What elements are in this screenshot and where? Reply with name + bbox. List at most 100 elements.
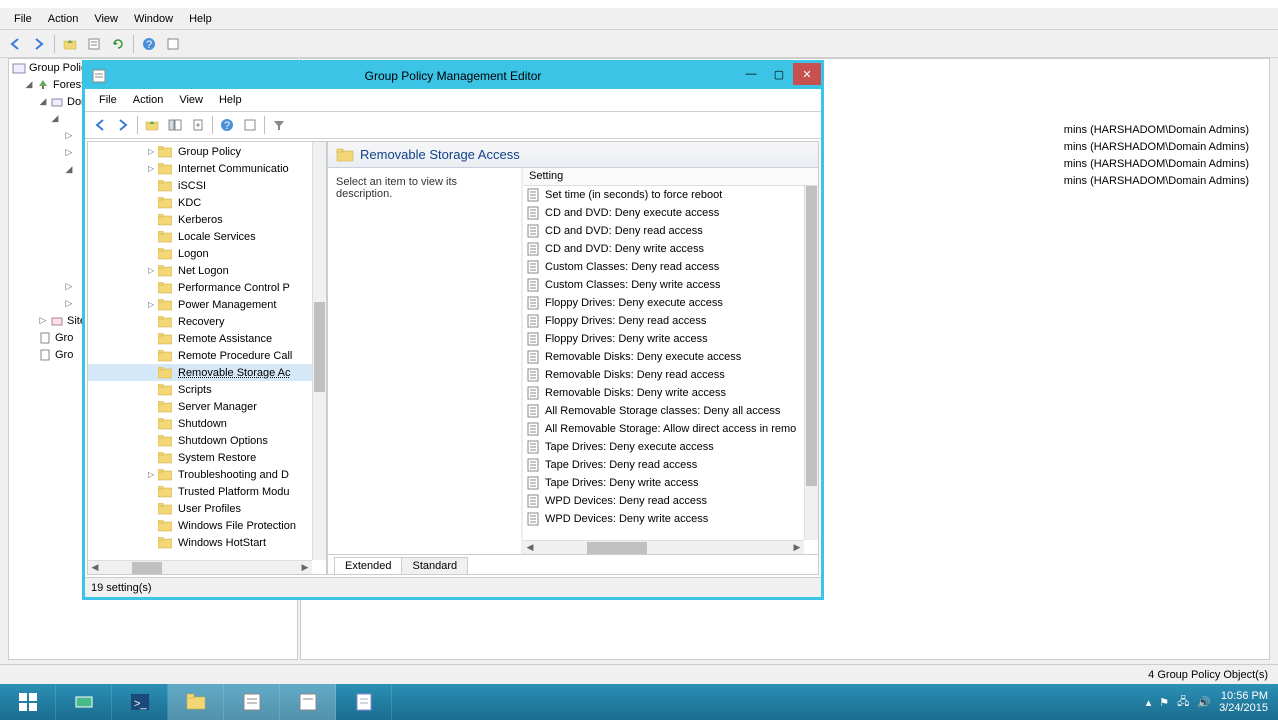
tray-network-icon[interactable]: 🖧 [1177,693,1189,712]
expand-icon[interactable]: ▷ [63,130,75,141]
settings-column-header[interactable]: Setting [523,168,818,186]
settings-scrollbar-v[interactable] [804,186,818,540]
setting-row[interactable]: Floppy Drives: Deny execute access [523,294,804,312]
admin-row[interactable]: mins (HARSHADOM\Domain Admins) [1064,124,1249,141]
setting-row[interactable]: Removable Disks: Deny write access [523,384,804,402]
expand-icon[interactable]: ◢ [23,79,35,90]
taskbar-powershell[interactable]: >_ [112,684,168,720]
tree-node[interactable]: ▷Net Logon [88,262,326,279]
setting-row[interactable]: Tape Drives: Deny read access [523,456,804,474]
show-hide-tree-icon[interactable] [164,114,186,136]
maximize-button[interactable]: ▢ [765,63,793,85]
tray-flag-icon[interactable]: ⚑ [1159,696,1169,709]
tree-gpo1-label[interactable]: Gro [55,332,73,344]
tree-node[interactable]: Remote Procedure Call [88,347,326,364]
tree-node[interactable]: Kerberos [88,211,326,228]
expand-icon[interactable]: ▷ [63,147,75,158]
tree-gpo2-label[interactable]: Gro [55,349,73,361]
refresh-icon[interactable] [107,33,129,55]
setting-row[interactable]: CD and DVD: Deny write access [523,240,804,258]
tree-node[interactable]: Removable Storage Ac [88,364,326,381]
expand-icon[interactable]: ▷ [148,470,158,479]
setting-row[interactable]: WPD Devices: Deny read access [523,492,804,510]
tray-up-icon[interactable]: ▴ [1146,696,1152,709]
setting-row[interactable]: Floppy Drives: Deny write access [523,330,804,348]
setting-row[interactable]: All Removable Storage: Allow direct acce… [523,420,804,438]
expand-icon[interactable]: ▷ [148,300,158,309]
tree-node[interactable]: KDC [88,194,326,211]
setting-row[interactable]: Floppy Drives: Deny read access [523,312,804,330]
list-icon[interactable] [162,33,184,55]
tree-root-label[interactable]: Group Polic [29,62,86,74]
tree-node[interactable]: Shutdown [88,415,326,432]
expand-icon[interactable]: ▷ [63,298,75,309]
menu-view[interactable]: View [171,92,211,108]
taskbar-notepad[interactable] [336,684,392,720]
back-icon[interactable] [89,114,111,136]
setting-row[interactable]: Custom Classes: Deny write access [523,276,804,294]
properties-icon[interactable] [239,114,261,136]
menu-help[interactable]: Help [211,92,250,108]
tree-node[interactable]: Locale Services [88,228,326,245]
setting-row[interactable]: All Removable Storage classes: Deny all … [523,402,804,420]
tree-node[interactable]: Logon [88,245,326,262]
export-list-icon[interactable] [187,114,209,136]
tree-node[interactable]: iSCSI [88,177,326,194]
up-folder-icon[interactable] [59,33,81,55]
tree-node[interactable]: ▷Troubleshooting and D [88,466,326,483]
settings-scrollbar-h[interactable]: ◀▶ [523,540,804,554]
admin-row[interactable]: mins (HARSHADOM\Domain Admins) [1064,141,1249,158]
admin-row[interactable]: mins (HARSHADOM\Domain Admins) [1064,158,1249,175]
tree-node[interactable]: User Profiles [88,500,326,517]
tab-extended[interactable]: Extended [334,557,402,574]
setting-row[interactable]: Set time (in seconds) to force reboot [523,186,804,204]
taskbar-server-manager[interactable] [56,684,112,720]
menu-help[interactable]: Help [181,11,220,27]
admin-row[interactable]: mins (HARSHADOM\Domain Admins) [1064,175,1249,192]
expand-icon[interactable]: ▷ [37,315,49,326]
minimize-button[interactable]: — [737,63,765,85]
expand-icon[interactable]: ▷ [63,281,75,292]
help-icon[interactable]: ? [138,33,160,55]
tree-node[interactable]: Recovery [88,313,326,330]
tray-sound-icon[interactable]: 🔊 [1197,696,1211,709]
tree-node[interactable]: Performance Control P [88,279,326,296]
up-folder-icon[interactable] [141,114,163,136]
tree-node[interactable]: ▷Group Policy [88,143,326,160]
tray-clock[interactable]: 10:56 PM 3/24/2015 [1219,690,1268,714]
tree-scrollbar-h[interactable]: ◀▶ [88,560,312,574]
setting-row[interactable]: Removable Disks: Deny read access [523,366,804,384]
tree-node[interactable]: Server Manager [88,398,326,415]
tree-node[interactable]: Windows HotStart [88,534,326,551]
tree-node[interactable]: Shutdown Options [88,432,326,449]
forward-icon[interactable] [112,114,134,136]
editor-titlebar[interactable]: Group Policy Management Editor — ▢ ✕ [85,63,821,89]
tree-node[interactable]: System Restore [88,449,326,466]
expand-icon[interactable]: ◢ [63,164,75,175]
menu-view[interactable]: View [86,11,126,27]
expand-icon[interactable]: ▷ [148,164,158,173]
setting-row[interactable]: WPD Devices: Deny write access [523,510,804,528]
setting-row[interactable]: Custom Classes: Deny read access [523,258,804,276]
tree-node[interactable]: Trusted Platform Modu [88,483,326,500]
menu-action[interactable]: Action [125,92,172,108]
setting-row[interactable]: Tape Drives: Deny execute access [523,438,804,456]
tree-node[interactable]: Scripts [88,381,326,398]
taskbar-gpmc[interactable] [224,684,280,720]
expand-icon[interactable]: ◢ [37,96,49,107]
menu-file[interactable]: File [91,92,125,108]
tree-node[interactable]: Windows File Protection [88,517,326,534]
setting-row[interactable]: CD and DVD: Deny read access [523,222,804,240]
back-icon[interactable] [4,33,26,55]
menu-window[interactable]: Window [126,11,181,27]
expand-icon[interactable]: ◢ [49,113,61,124]
tree-node[interactable]: ▷Internet Communicatio [88,160,326,177]
tree-node[interactable]: ▷Power Management [88,296,326,313]
taskbar-explorer[interactable] [168,684,224,720]
expand-icon[interactable]: ▷ [148,147,158,156]
expand-icon[interactable]: ▷ [148,266,158,275]
properties-icon[interactable] [83,33,105,55]
setting-row[interactable]: Tape Drives: Deny write access [523,474,804,492]
menu-action[interactable]: Action [40,11,87,27]
setting-row[interactable]: CD and DVD: Deny execute access [523,204,804,222]
